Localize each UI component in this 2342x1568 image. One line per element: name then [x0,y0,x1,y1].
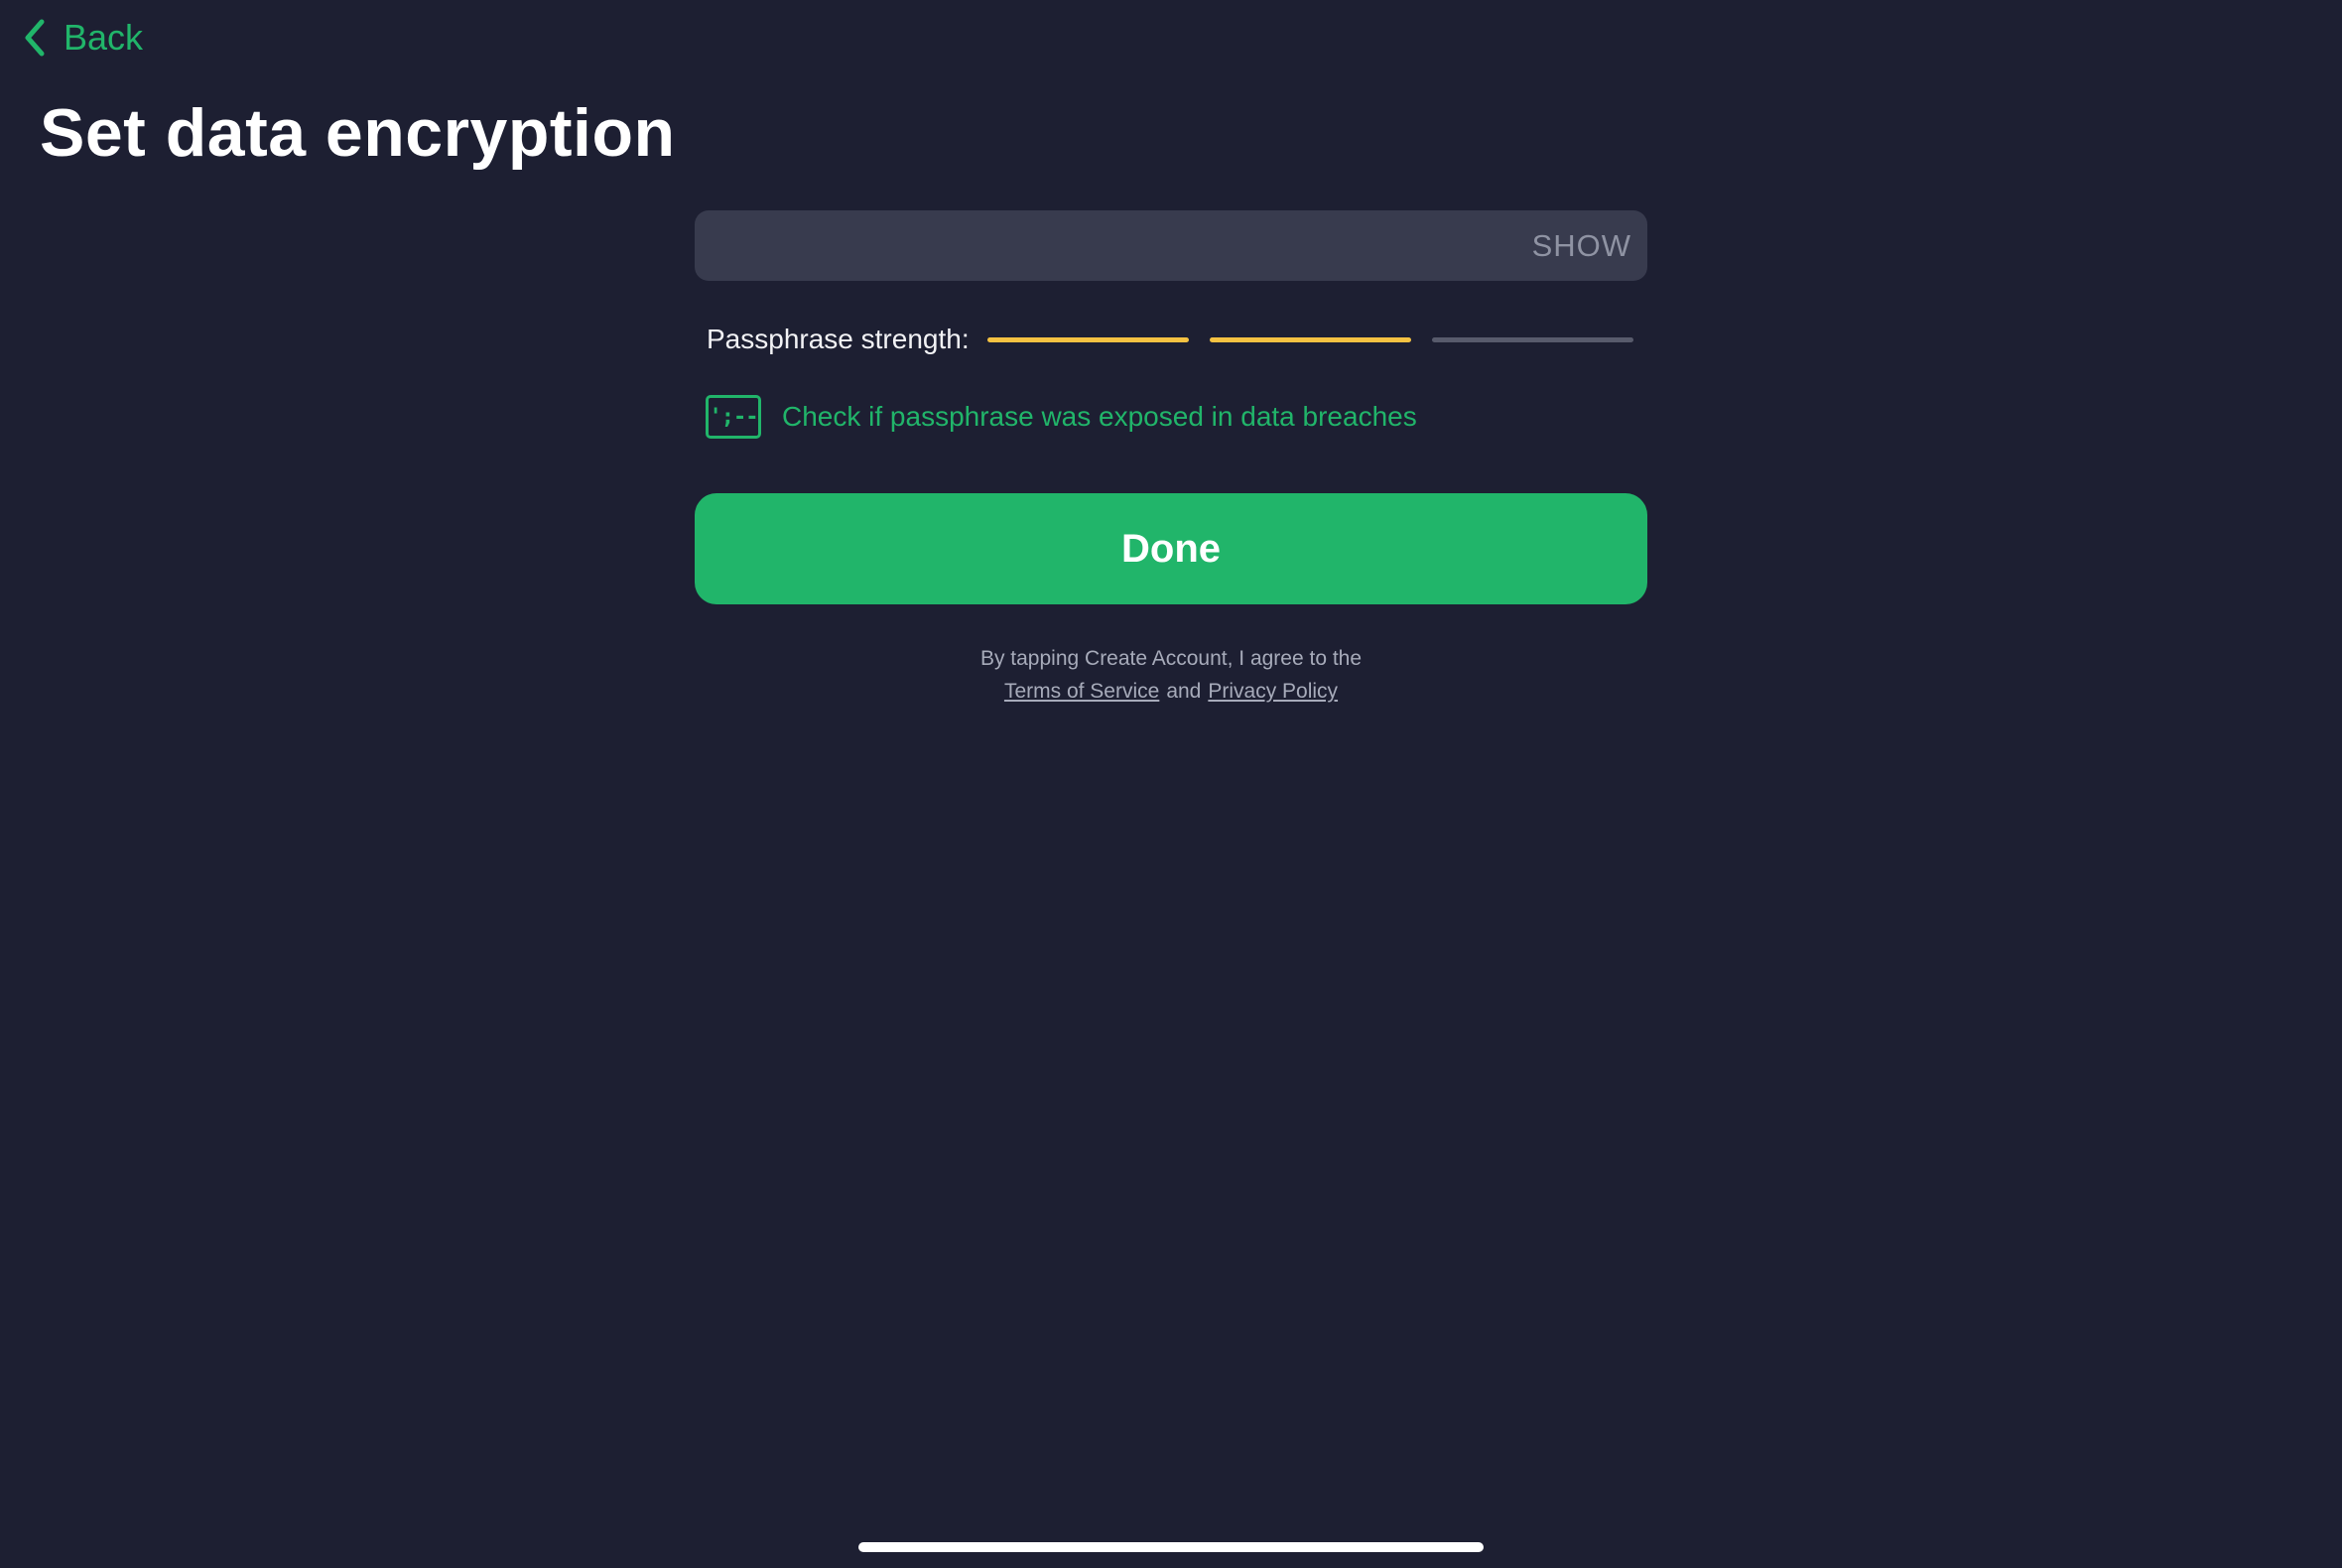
breach-check-link[interactable]: ';-- Check if passphrase was exposed in … [706,395,1417,439]
legal-links: Terms of Service and Privacy Policy [695,680,1647,704]
passphrase-field: SHOW [695,210,1647,281]
terms-of-service-link[interactable]: Terms of Service [1004,680,1159,703]
passphrase-strength: Passphrase strength: [707,318,1654,361]
strength-segment-3 [1432,336,1633,342]
done-button[interactable]: Done [695,493,1647,604]
back-button[interactable]: Back [22,10,143,65]
legal-and-text: and [1166,680,1202,703]
show-passphrase-button[interactable]: SHOW [1532,210,1631,281]
legal-text: By tapping Create Account, I agree to th… [979,647,1363,670]
back-label: Back [64,17,144,58]
strength-segment-2 [1210,336,1411,342]
sql-injection-icon: ';-- [706,395,761,439]
breach-check-label: Check if passphrase was exposed in data … [782,401,1417,432]
passphrase-input[interactable] [695,210,1538,281]
home-indicator[interactable] [858,1542,1484,1552]
strength-label: Passphrase strength: [707,324,970,354]
set-data-encryption-screen: Back Set data encryption SHOW Passphrase… [0,0,2342,1568]
chevron-left-icon [25,19,45,57]
page-title: Set data encryption [40,95,676,171]
strength-segment-1 [987,336,1189,342]
privacy-policy-link[interactable]: Privacy Policy [1208,680,1338,703]
